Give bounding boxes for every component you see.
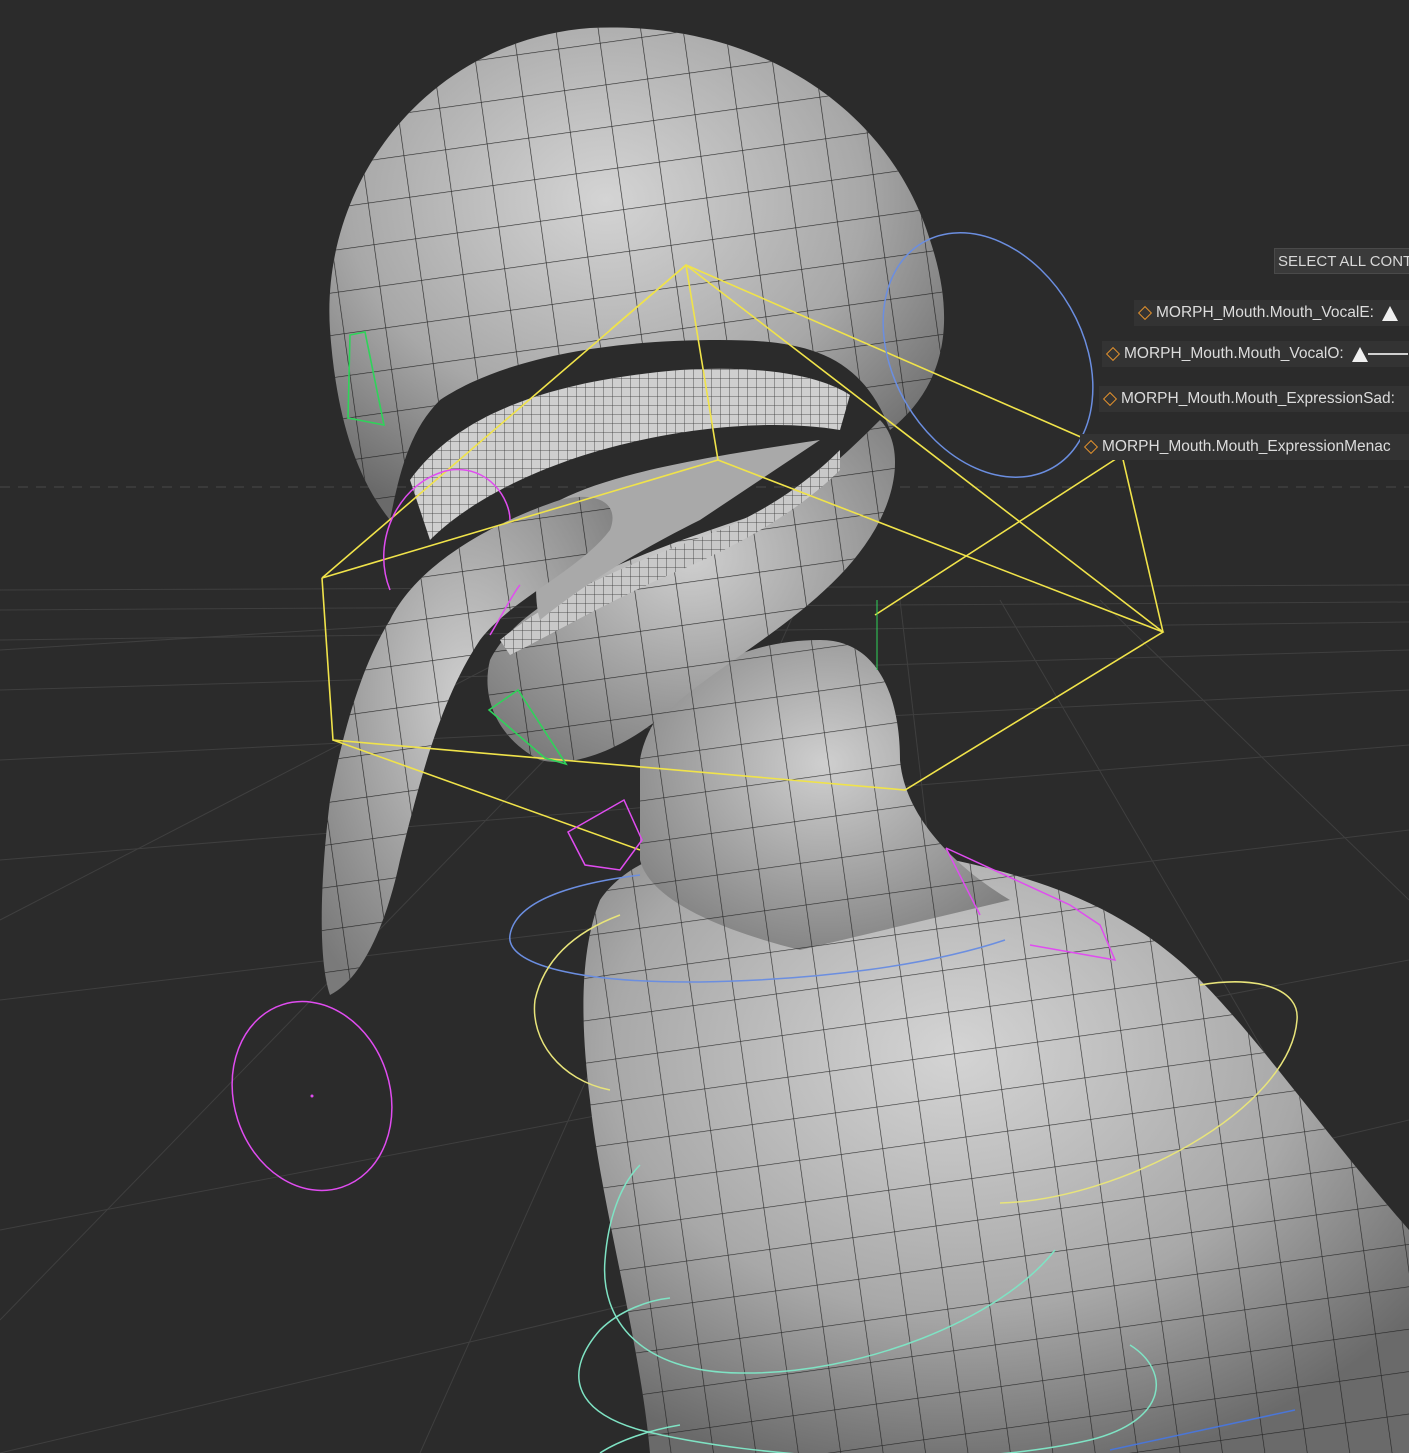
morph-row-expression-sad[interactable]: MORPH_Mouth.Mouth_ExpressionSad: (1099, 386, 1409, 412)
slider-track-vocal-o[interactable] (1367, 353, 1408, 355)
neck-control-magenta[interactable] (567, 798, 643, 871)
morph-row-expression-menace[interactable]: MORPH_Mouth.Mouth_ExpressionMenac (1080, 434, 1409, 460)
morph-label-expression-sad: MORPH_Mouth.Mouth_ExpressionSad: (1121, 390, 1395, 407)
keyframe-diamond-icon[interactable] (1105, 346, 1121, 362)
beak-tip-pivot (310, 1094, 314, 1098)
morph-label-expression-menace: MORPH_Mouth.Mouth_ExpressionMenac (1102, 438, 1391, 455)
slider-knob-vocal-e[interactable] (1381, 305, 1398, 321)
select-all-controls-button[interactable]: SELECT ALL CONT (1274, 248, 1409, 274)
morph-label-vocal-o: MORPH_Mouth.Mouth_VocalO: (1124, 345, 1344, 362)
viewport-canvas[interactable] (0, 0, 1409, 1453)
3d-viewport[interactable] (0, 0, 1409, 1453)
keyframe-diamond-icon[interactable] (1102, 391, 1118, 407)
head-mesh (329, 27, 945, 520)
morph-label-vocal-e: MORPH_Mouth.Mouth_VocalE: (1156, 304, 1374, 321)
torso-mesh (583, 836, 1409, 1453)
morph-row-vocal-o[interactable]: MORPH_Mouth.Mouth_VocalO: (1102, 341, 1409, 367)
slider-knob-vocal-o[interactable] (1351, 346, 1368, 362)
keyframe-diamond-icon[interactable] (1083, 439, 1099, 455)
keyframe-diamond-icon[interactable] (1137, 305, 1153, 321)
morph-row-vocal-e[interactable]: MORPH_Mouth.Mouth_VocalE: (1134, 300, 1409, 326)
